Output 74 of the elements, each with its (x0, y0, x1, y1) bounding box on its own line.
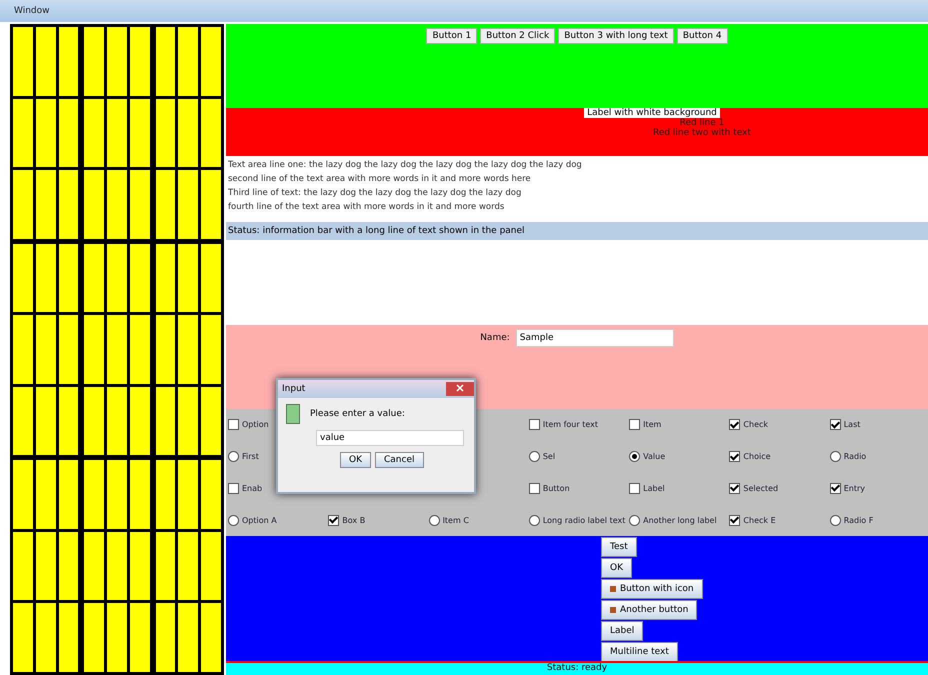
toolbar-button[interactable]: Button 3 with long text (558, 28, 674, 44)
option-label: Radio (844, 452, 866, 462)
action-button[interactable]: Multiline text (601, 642, 678, 662)
action-button[interactable]: Label (601, 621, 644, 641)
radio-button[interactable] (629, 514, 640, 526)
checkbox[interactable] (328, 514, 340, 526)
option-label: Sel (542, 452, 556, 462)
close-icon (456, 384, 464, 392)
option-label: Button (542, 484, 570, 493)
checkbox[interactable] (729, 419, 740, 430)
option-label: Choice (743, 452, 771, 462)
option-label: Long radio label text (542, 516, 626, 525)
header-text: Red line two with text (652, 128, 752, 138)
text-line: fourth line of the text area with more words in it and more words (228, 201, 506, 214)
option-label: Option A (242, 516, 277, 525)
text-line: Text area line one: the lazy dog the lazy dog the lazy dog the lazy dog the lazy dog (228, 159, 583, 172)
radio-button[interactable] (629, 451, 640, 462)
option-label: Item C (442, 516, 469, 525)
option-label: Check E (743, 516, 776, 525)
header-text: Red line 1 (680, 118, 724, 128)
option-label: Last (844, 420, 860, 430)
toolbar-button[interactable]: Button 1 (426, 28, 478, 44)
text-line: second line of the text area with more words in it and more words here (228, 173, 532, 186)
toolbar-button[interactable]: Button 2 Click (480, 28, 556, 44)
option-label: Enab (242, 484, 262, 493)
radio-button[interactable] (528, 514, 540, 526)
option-label: Another long label (643, 516, 717, 525)
checkbox[interactable] (629, 482, 640, 494)
name-field[interactable]: Sample (516, 329, 674, 347)
checkbox[interactable] (729, 514, 740, 526)
field-label: Name: (480, 333, 510, 343)
option-label: Item (643, 420, 662, 430)
status-text: Status: ready (546, 663, 608, 675)
checkbox[interactable] (729, 482, 740, 494)
option-label: Entry (844, 484, 865, 493)
option-label: Label (643, 484, 665, 493)
checkbox[interactable] (629, 419, 640, 430)
info-icon (286, 404, 300, 424)
dialog-field[interactable]: value (316, 430, 464, 446)
option-label: Radio F (844, 516, 874, 525)
checkbox[interactable] (729, 451, 740, 462)
checkbox[interactable] (528, 482, 540, 494)
radio-button[interactable] (228, 451, 239, 462)
action-button[interactable]: Test (601, 537, 637, 557)
option-label: Option (242, 420, 269, 430)
dialog-message: Please enter a value: (310, 409, 405, 419)
option-label: Selected (743, 484, 778, 493)
toolbar-button[interactable]: Button 4 (676, 28, 728, 44)
radio-button[interactable] (528, 451, 540, 462)
action-button[interactable]: Button with icon (601, 579, 703, 599)
checkbox[interactable] (830, 482, 841, 494)
close-button[interactable] (446, 382, 474, 396)
info-text: Status: information bar with a long line of text shown in the panel (228, 226, 525, 236)
radio-button[interactable] (228, 514, 239, 526)
option-label: Box B (342, 516, 366, 525)
header-label: Label with white background (584, 108, 720, 118)
window-title: Window (14, 6, 50, 16)
checkbox[interactable] (228, 419, 239, 430)
dialog-button[interactable]: Cancel (375, 452, 424, 468)
dialog-button[interactable]: OK (340, 452, 371, 468)
radio-button[interactable] (428, 514, 440, 526)
dialog-title: Input (282, 384, 306, 394)
action-button[interactable]: OK (601, 558, 632, 578)
option-label: First (242, 452, 259, 462)
radio-button[interactable] (830, 451, 841, 462)
radio-button[interactable] (830, 514, 841, 526)
option-label: Value (643, 452, 666, 462)
action-button[interactable]: Another button (601, 600, 698, 620)
checkbox[interactable] (830, 419, 841, 430)
option-label: Check (743, 420, 768, 430)
option-label: Item four text (542, 420, 598, 430)
checkbox[interactable] (228, 482, 239, 494)
checkbox[interactable] (528, 419, 540, 430)
text-line: Third line of text: the lazy dog the lazy dog the lazy dog the lazy dog (228, 187, 522, 200)
